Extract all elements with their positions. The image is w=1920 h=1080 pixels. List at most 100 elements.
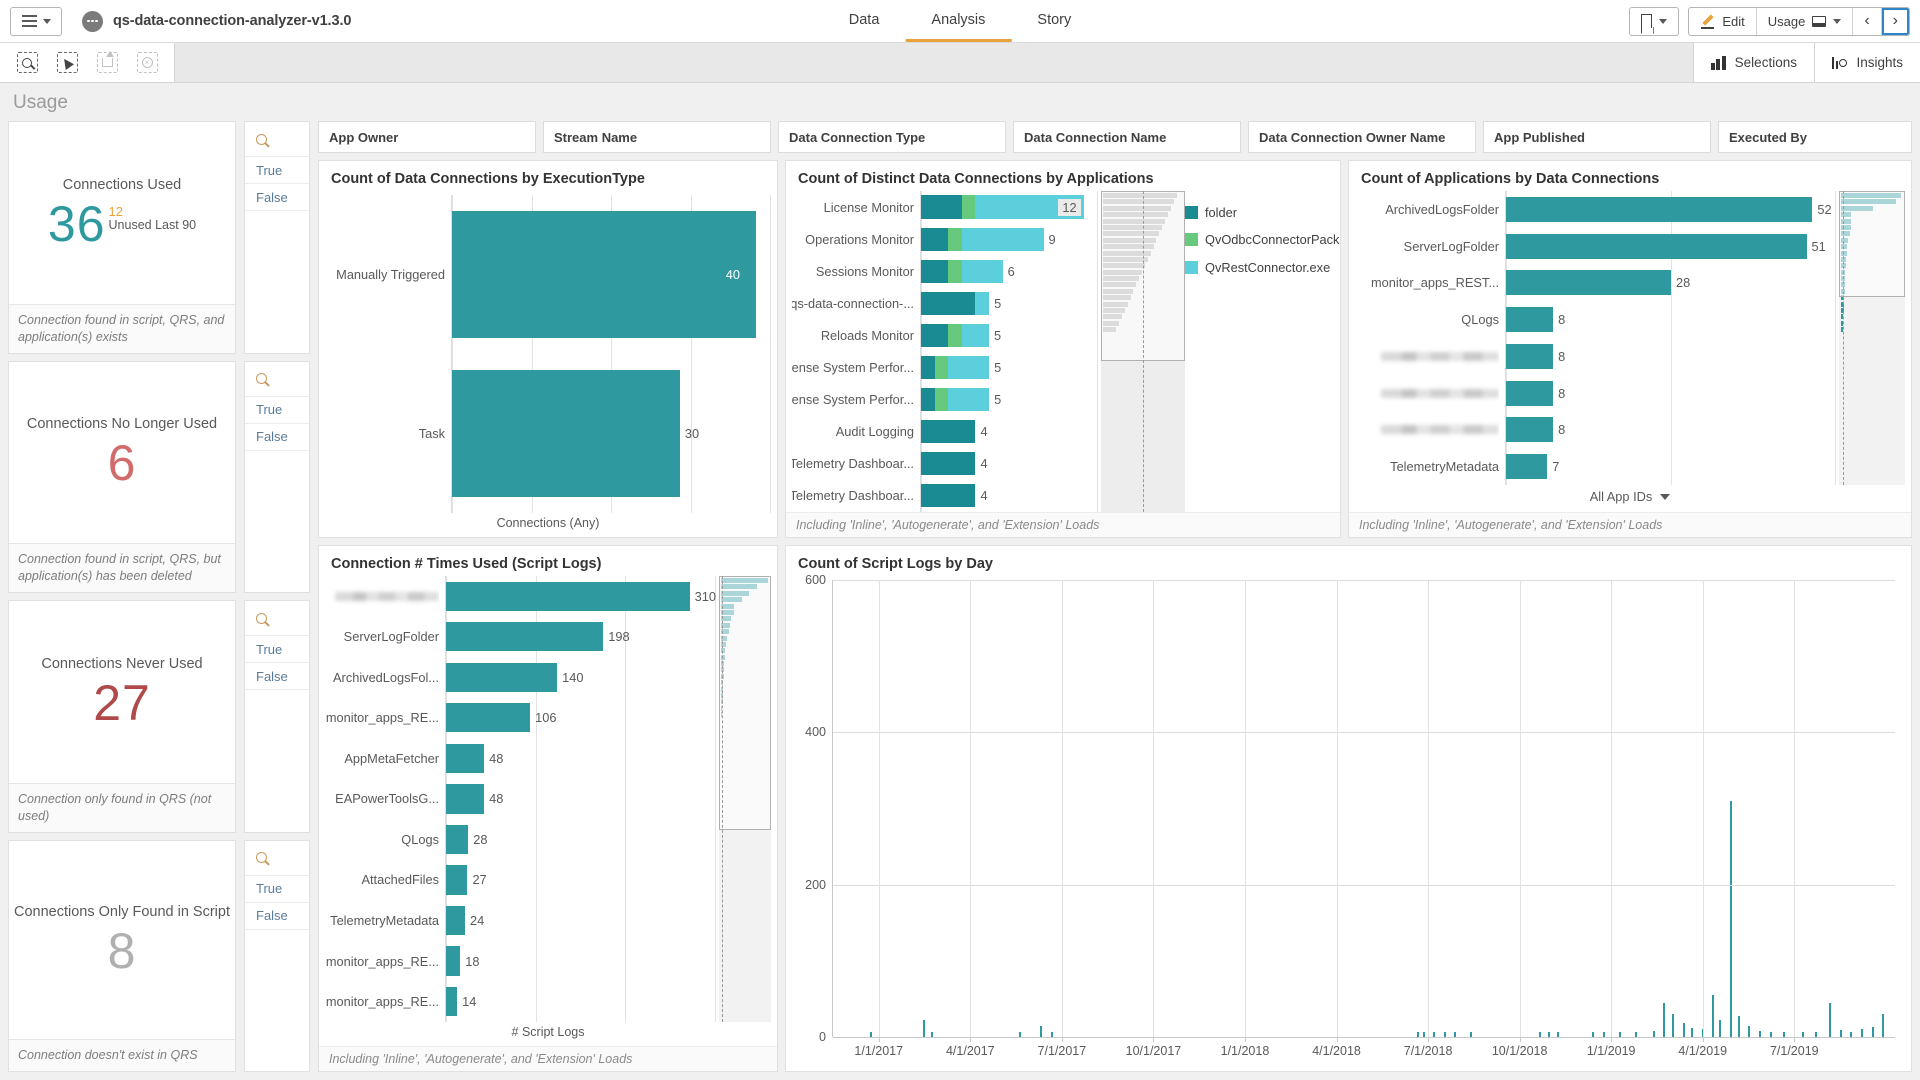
legend-item[interactable]: QvRestConnector.exe: [1185, 260, 1303, 275]
scroll-thumbnail-strip[interactable]: [1839, 191, 1905, 485]
scroll-thumbnail-strip[interactable]: [1101, 191, 1185, 512]
bookmarks-button[interactable]: [1630, 8, 1678, 35]
bar[interactable]: [446, 825, 468, 854]
bar-row[interactable]: 4: [921, 484, 1098, 507]
chart-connection-times-used-script-logs[interactable]: Connection # Times Used (Script Logs) Se…: [318, 545, 778, 1072]
chart-count-applications-by-data-connections[interactable]: Count of Applications by Data Connection…: [1348, 160, 1912, 538]
bar-row[interactable]: 8: [1506, 344, 1836, 369]
listbox-item-false[interactable]: False: [245, 902, 309, 929]
bar[interactable]: [452, 211, 756, 338]
bar-segment-qvrestconnectorexe[interactable]: [962, 228, 1044, 251]
bar-row[interactable]: 27: [446, 865, 716, 894]
listbox-item-true[interactable]: True: [245, 875, 309, 902]
bar-segment-qvodbcconnectorpackageexe[interactable]: [962, 195, 976, 218]
time-series-bar[interactable]: [1663, 1003, 1665, 1037]
edit-button[interactable]: Edit: [1689, 8, 1756, 35]
filter-executed-by[interactable]: Executed By: [1718, 121, 1912, 153]
time-series-bar[interactable]: [1672, 1014, 1674, 1037]
filter-data-connection-owner-name[interactable]: Data Connection Owner Name: [1248, 121, 1476, 153]
bar-row[interactable]: 9: [921, 228, 1098, 251]
bar-segment-qvodbcconnectorpackageexe[interactable]: [948, 324, 962, 347]
bar-row[interactable]: 48: [446, 744, 716, 773]
listbox-search-1[interactable]: [245, 122, 309, 156]
bar-segment-qvrestconnectorexe[interactable]: [948, 388, 989, 411]
time-series-bar[interactable]: [1840, 1030, 1842, 1037]
insights-button[interactable]: Insights: [1814, 43, 1920, 82]
bar-row[interactable]: 8: [1506, 381, 1836, 406]
bar-segment-folder[interactable]: [921, 324, 948, 347]
legend-item[interactable]: QvOdbcConnectorPackage.exe: [1185, 232, 1303, 247]
time-series-bar[interactable]: [1872, 1027, 1874, 1037]
bar-row[interactable]: 28: [446, 825, 716, 854]
listbox-item-false[interactable]: False: [245, 423, 309, 450]
kpi-card-connections-no-longer-used[interactable]: Connections No Longer Used 6 Connection …: [8, 361, 236, 594]
time-series-bar[interactable]: [1882, 1014, 1884, 1037]
bar[interactable]: [1506, 197, 1812, 222]
bar[interactable]: [446, 865, 467, 894]
chart-count-distinct-data-connections-by-applications[interactable]: Count of Distinct Data Connections by Ap…: [785, 160, 1341, 538]
kpi-card-connections-never-used[interactable]: Connections Never Used 27 Connection onl…: [8, 600, 236, 833]
time-series-bar[interactable]: [1730, 801, 1732, 1037]
selection-step-forward-button[interactable]: [88, 43, 126, 82]
chart-count-script-logs-by-day[interactable]: Count of Script Logs by Day 0200400600 1…: [785, 545, 1912, 1072]
listbox-3[interactable]: True False: [244, 600, 310, 833]
time-series-bar[interactable]: [1748, 1026, 1750, 1037]
bar-segment-qvodbcconnectorpackageexe[interactable]: [935, 356, 949, 379]
tab-analysis[interactable]: Analysis: [905, 0, 1011, 42]
time-series-bar[interactable]: [1861, 1029, 1863, 1037]
bar-segment-folder[interactable]: [921, 356, 935, 379]
bar-row[interactable]: 8: [1506, 417, 1836, 442]
bar[interactable]: [446, 663, 557, 692]
bar-segment-folder[interactable]: [921, 228, 948, 251]
all-app-ids-dropdown[interactable]: All App IDs: [1349, 485, 1911, 512]
bar-row[interactable]: 140: [446, 663, 716, 692]
bar-segment-folder[interactable]: [921, 420, 975, 443]
bar[interactable]: [446, 744, 484, 773]
bar[interactable]: [446, 906, 465, 935]
bar[interactable]: [1506, 270, 1671, 295]
bar-row[interactable]: 14: [446, 987, 716, 1016]
bar[interactable]: [1506, 381, 1553, 406]
time-series-bar[interactable]: [1829, 1003, 1831, 1037]
bar-row[interactable]: 4: [921, 452, 1098, 475]
filter-data-connection-type[interactable]: Data Connection Type: [778, 121, 1006, 153]
bar[interactable]: [446, 703, 530, 732]
listbox-search-2[interactable]: [245, 362, 309, 396]
bar-row[interactable]: 6: [921, 260, 1098, 283]
bar[interactable]: [1506, 234, 1807, 259]
bar-segment-qvrestconnectorexe[interactable]: [962, 324, 989, 347]
bar-row[interactable]: 30: [452, 370, 771, 497]
bar-segment-qvrestconnectorexe[interactable]: [962, 260, 1003, 283]
bar-row[interactable]: 51: [1506, 234, 1836, 259]
bar[interactable]: [1506, 417, 1553, 442]
bar-segment-folder[interactable]: [921, 195, 962, 218]
bar-row[interactable]: 18: [446, 946, 716, 975]
selection-lasso-button[interactable]: [48, 43, 86, 82]
bar-row[interactable]: 5: [921, 388, 1098, 411]
kpi-card-connections-only-found-in-script[interactable]: Connections Only Found in Script 8 Conne…: [8, 840, 236, 1073]
bar-segment-folder[interactable]: [921, 292, 975, 315]
bar-segment-qvodbcconnectorpackageexe[interactable]: [935, 388, 949, 411]
bar-row[interactable]: 40: [452, 211, 771, 338]
bar[interactable]: [1506, 454, 1547, 479]
listbox-search-4[interactable]: [245, 841, 309, 875]
chart-count-data-connections-by-executiontype[interactable]: Count of Data Connections by ExecutionTy…: [318, 160, 778, 538]
bar-row[interactable]: 7: [1506, 454, 1836, 479]
listbox-item-false[interactable]: False: [245, 183, 309, 210]
time-series-bar[interactable]: [1683, 1023, 1685, 1037]
bar-row[interactable]: 24: [446, 906, 716, 935]
bar-row[interactable]: 5: [921, 324, 1098, 347]
bar-row[interactable]: 310: [446, 582, 716, 611]
time-series-bar[interactable]: [1040, 1026, 1042, 1037]
listbox-item-false[interactable]: False: [245, 662, 309, 689]
bar-row[interactable]: 106: [446, 703, 716, 732]
next-sheet-button[interactable]: ›: [1882, 8, 1909, 35]
bar[interactable]: [446, 582, 690, 611]
bar[interactable]: [446, 622, 603, 651]
bar[interactable]: [446, 987, 457, 1016]
time-series-bar[interactable]: [1691, 1028, 1693, 1037]
listbox-item-true[interactable]: True: [245, 396, 309, 423]
time-series-bar[interactable]: [923, 1020, 925, 1037]
bar-segment-qvodbcconnectorpackageexe[interactable]: [948, 260, 962, 283]
bar-segment-folder[interactable]: [921, 388, 935, 411]
